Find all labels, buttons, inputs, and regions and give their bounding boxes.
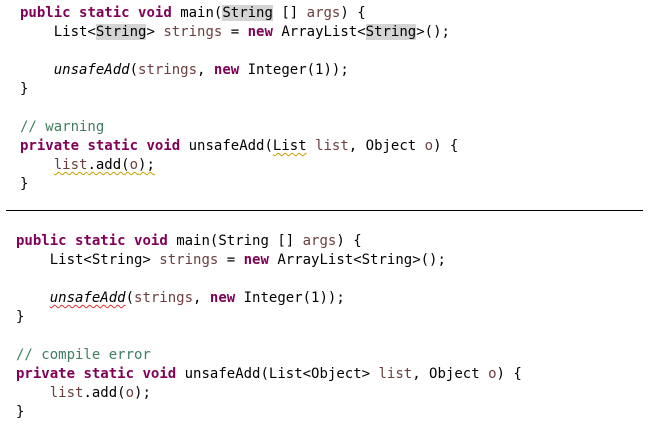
- code-text: ) {: [433, 138, 459, 154]
- code-text: []: [272, 5, 307, 21]
- parameter-name: list: [49, 385, 84, 401]
- closing-brace: }: [20, 81, 29, 97]
- variable-name: strings: [159, 252, 219, 268]
- parameter-name: o: [488, 366, 497, 382]
- code-pane-warning[interactable]: public static void main(String [] args) …: [0, 4, 660, 194]
- code-text: (: [125, 290, 135, 306]
- parameter-name: list: [315, 138, 349, 154]
- code-text: ArrayList<: [272, 24, 366, 40]
- section-divider: [6, 210, 643, 211]
- parameter-name: list: [53, 157, 88, 173]
- keyword: void: [138, 5, 172, 21]
- highlighted-type: String: [95, 24, 147, 40]
- code-line: list.add(o);: [0, 156, 660, 175]
- keyword: static: [79, 5, 130, 21]
- closing-brace: }: [16, 404, 25, 420]
- parameter-name: list: [378, 366, 413, 382]
- code-text: ,: [193, 290, 210, 306]
- keyword: static: [75, 233, 126, 249]
- raw-type-warning[interactable]: List: [273, 138, 307, 154]
- parameter-name: args: [306, 5, 341, 21]
- code-text: ) {: [340, 5, 366, 21]
- keyword: void: [142, 366, 177, 382]
- code-text: >: [146, 24, 164, 40]
- unchecked-call-warning[interactable]: list.add(o);: [54, 157, 155, 173]
- variable-name: strings: [138, 62, 198, 78]
- closing-brace: }: [16, 309, 25, 325]
- code-line: List<String> strings = new ArrayList<Str…: [0, 251, 660, 270]
- keyword: new: [247, 24, 273, 40]
- parameter-name: o: [125, 385, 135, 401]
- code-text: , Object: [412, 366, 489, 382]
- method-signature: main(: [180, 5, 223, 21]
- method-signature: unsafeAdd(: [180, 138, 273, 154]
- method-call: unsafeAdd: [53, 62, 130, 78]
- keyword: public: [20, 5, 71, 21]
- code-text: );: [134, 385, 151, 401]
- code-line: private static void unsafeAdd(List list,…: [0, 137, 660, 156]
- code-text: ) {: [496, 366, 522, 382]
- code-text: (: [129, 62, 139, 78]
- parameter-name: o: [424, 138, 434, 154]
- code-text: ArrayList<String>();: [268, 252, 446, 268]
- method-signature: main(String []: [176, 233, 303, 249]
- keyword: new: [213, 62, 240, 78]
- code-line: public static void main(String [] args) …: [0, 232, 660, 251]
- highlighted-type: String: [365, 24, 417, 40]
- keyword: public: [16, 233, 67, 249]
- code-text: ,: [197, 62, 214, 78]
- closing-brace: }: [20, 176, 29, 192]
- parameter-name: args: [302, 233, 337, 249]
- keyword: private: [20, 138, 80, 154]
- code-text: List<String>: [49, 252, 160, 268]
- keyword: private: [16, 366, 76, 382]
- keyword: void: [134, 233, 168, 249]
- code-text: ) {: [336, 233, 362, 249]
- code-text: .add(: [87, 157, 130, 173]
- code-line: private static void unsafeAdd(List<Objec…: [0, 365, 660, 384]
- keyword: static: [83, 366, 135, 382]
- keyword: void: [146, 138, 181, 154]
- code-line: unsafeAdd(strings, new Integer(1));: [0, 289, 660, 308]
- code-line: public static void main(String [] args) …: [0, 4, 660, 23]
- code-line: unsafeAdd(strings, new Integer(1));: [0, 61, 660, 80]
- method-call-error[interactable]: unsafeAdd: [50, 290, 126, 306]
- code-text: Integer(1));: [239, 62, 349, 78]
- keyword: static: [87, 138, 139, 154]
- code-text: =: [218, 252, 244, 268]
- method-signature: unsafeAdd(List<Object>: [176, 366, 379, 382]
- code-text: Integer(1));: [235, 290, 345, 306]
- comment-warning: // warning: [20, 119, 105, 135]
- code-text: =: [222, 24, 248, 40]
- code-line: List<String> strings = new ArrayList<Str…: [0, 23, 660, 42]
- parameter-name: o: [129, 157, 139, 173]
- code-text: List<: [53, 24, 96, 40]
- keyword: new: [243, 252, 269, 268]
- code-text: );: [138, 157, 155, 173]
- code-text: .add(: [83, 385, 126, 401]
- comment-compile-error: // compile error: [16, 347, 151, 363]
- variable-name: strings: [134, 290, 194, 306]
- highlighted-type: String: [222, 5, 273, 21]
- variable-name: strings: [163, 24, 223, 40]
- keyword: new: [209, 290, 236, 306]
- code-pane-error[interactable]: public static void main(String [] args) …: [0, 232, 660, 422]
- code-text: >();: [416, 24, 450, 40]
- code-line: list.add(o);: [0, 384, 660, 403]
- code-text: , Object: [348, 138, 425, 154]
